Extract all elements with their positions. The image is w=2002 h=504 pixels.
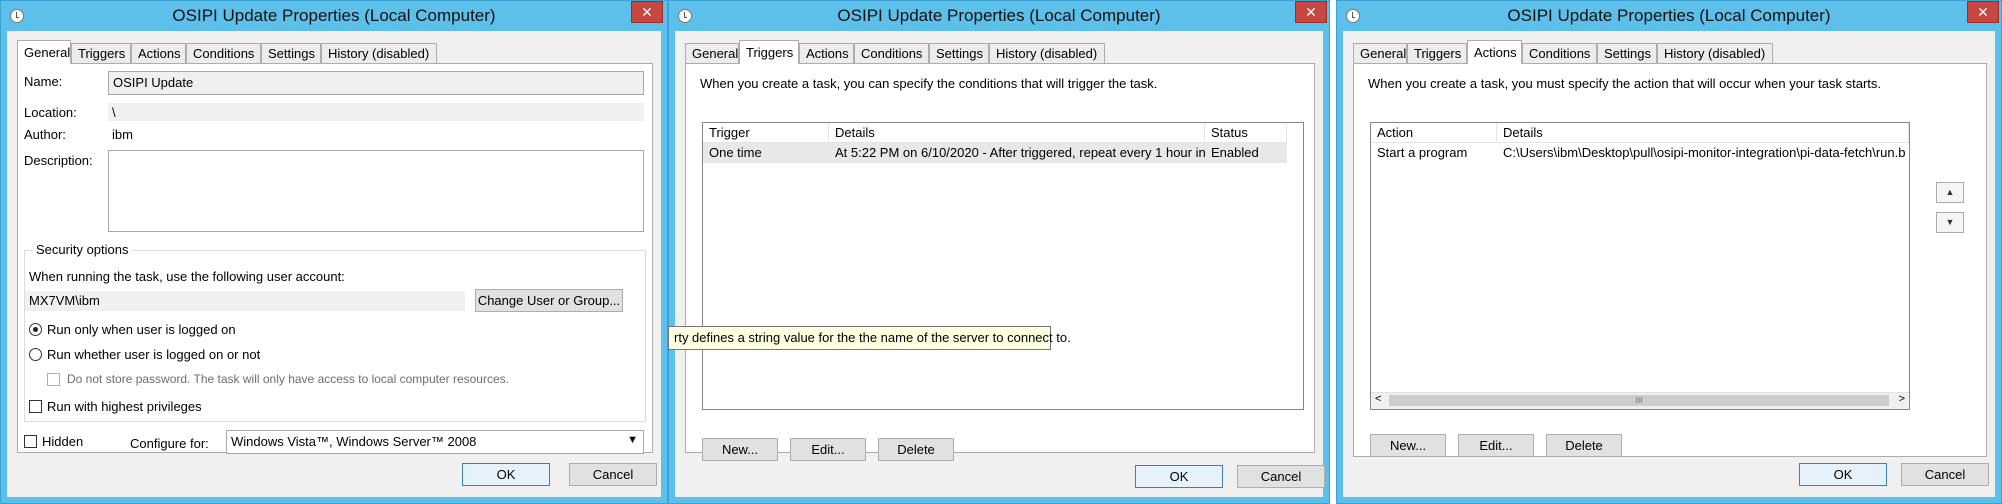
location-label: Location: (24, 105, 77, 120)
tab-actions[interactable]: Actions (799, 43, 854, 63)
close-icon[interactable]: ✕ (631, 1, 663, 23)
configure-for-value: Windows Vista™, Windows Server™ 2008 (231, 434, 477, 449)
window-general: OSIPI Update Properties (Local Computer)… (0, 0, 668, 504)
radio-logged-on-label[interactable]: Run only when user is logged on (47, 322, 236, 337)
configure-for-select[interactable]: Windows Vista™, Windows Server™ 2008 ▼ (226, 430, 644, 454)
scroll-right-icon[interactable]: > (1899, 393, 1905, 405)
run-as-prompt: When running the task, use the following… (29, 269, 345, 284)
tab-actions[interactable]: Actions (1467, 40, 1522, 64)
delete-action-button[interactable]: Delete (1546, 434, 1622, 457)
highest-privileges-checkbox[interactable] (29, 400, 42, 413)
general-panel: Name: OSIPI Update Location: \ Author: i… (17, 63, 653, 454)
tab-triggers[interactable]: Triggers (739, 40, 799, 64)
table-row[interactable]: One time At 5:22 PM on 6/10/2020 - After… (703, 143, 1287, 163)
table-row[interactable]: Start a program C:\Users\ibm\Desktop\pul… (1371, 143, 1909, 163)
triggers-intro: When you create a task, you can specify … (700, 76, 1158, 91)
dialog-body: General Triggers Actions Conditions Sett… (7, 31, 661, 497)
delete-trigger-button[interactable]: Delete (878, 438, 954, 461)
tab-history[interactable]: History (disabled) (1657, 43, 1773, 63)
radio-whether-logged-on-label[interactable]: Run whether user is logged on or not (47, 347, 260, 362)
ok-button[interactable]: OK (462, 463, 550, 486)
move-down-icon[interactable]: ▼ (1936, 212, 1964, 233)
server-name-tooltip: rty defines a string value for the the n… (668, 326, 1071, 350)
window-triggers: OSIPI Update Properties (Local Computer)… (668, 0, 1330, 504)
actions-panel: When you create a task, you must specify… (1353, 63, 1987, 457)
close-icon[interactable]: ✕ (1295, 1, 1327, 23)
window-actions: OSIPI Update Properties (Local Computer)… (1336, 0, 2002, 504)
security-options-title: Security options (33, 242, 132, 257)
action-cell: Start a program (1371, 143, 1497, 163)
cancel-button[interactable]: Cancel (1237, 465, 1325, 488)
details-cell: At 5:22 PM on 6/10/2020 - After triggere… (829, 143, 1205, 163)
column-header-action[interactable]: Action (1371, 123, 1497, 143)
column-header-details[interactable]: Details (829, 123, 1205, 143)
description-field[interactable] (108, 150, 644, 232)
tab-general[interactable]: General (685, 43, 739, 63)
tab-actions[interactable]: Actions (131, 43, 186, 63)
trigger-cell: One time (703, 143, 829, 163)
action-details-cell: C:\Users\ibm\Desktop\pull\osipi-monitor-… (1497, 143, 1909, 163)
window-title: OSIPI Update Properties (Local Computer) (837, 6, 1161, 25)
new-action-button[interactable]: New... (1370, 434, 1446, 457)
name-label: Name: (24, 74, 63, 89)
tab-history[interactable]: History (disabled) (321, 43, 437, 63)
radio-logged-on[interactable] (29, 323, 42, 336)
scroll-left-icon[interactable]: < (1375, 393, 1381, 405)
cancel-button[interactable]: Cancel (569, 463, 657, 486)
author-value: ibm (112, 127, 133, 142)
triggers-list[interactable]: Trigger Details Status One time At 5:22 … (702, 122, 1304, 410)
title-bar: OSIPI Update Properties (Local Computer)… (669, 1, 1329, 31)
hidden-label[interactable]: Hidden (42, 434, 83, 449)
window-title: OSIPI Update Properties (Local Computer) (172, 6, 496, 25)
ok-button[interactable]: OK (1135, 465, 1223, 488)
new-trigger-button[interactable]: New... (702, 438, 778, 461)
status-cell: Enabled (1205, 143, 1287, 163)
move-up-icon[interactable]: ▲ (1936, 182, 1964, 203)
location-value: \ (108, 103, 644, 121)
chevron-down-icon: ▼ (627, 434, 638, 446)
tab-settings[interactable]: Settings (1597, 43, 1657, 63)
tab-conditions[interactable]: Conditions (854, 43, 929, 63)
edit-trigger-button[interactable]: Edit... (790, 438, 866, 461)
tab-conditions[interactable]: Conditions (1522, 43, 1597, 63)
radio-whether-logged-on[interactable] (29, 348, 42, 361)
tab-general[interactable]: General (17, 40, 71, 64)
title-bar: OSIPI Update Properties (Local Computer)… (1, 1, 667, 31)
change-user-button[interactable]: Change User or Group... (475, 289, 623, 312)
actions-intro: When you create a task, you must specify… (1368, 76, 1882, 91)
no-store-password-label: Do not store password. The task will onl… (67, 372, 509, 386)
user-account-value: MX7VM\ibm (25, 291, 465, 311)
tab-settings[interactable]: Settings (261, 43, 321, 63)
tab-history[interactable]: History (disabled) (989, 43, 1105, 63)
no-store-password-checkbox[interactable] (47, 373, 60, 386)
triggers-panel: When you create a task, you can specify … (685, 63, 1315, 461)
tab-triggers[interactable]: Triggers (71, 43, 131, 63)
highest-privileges-label[interactable]: Run with highest privileges (47, 399, 202, 414)
column-header-details[interactable]: Details (1497, 123, 1909, 143)
column-header-status[interactable]: Status (1205, 123, 1287, 143)
scrollbar-thumb[interactable]: III (1389, 395, 1889, 406)
dialog-body: General Triggers Actions Conditions Sett… (675, 31, 1325, 497)
dialog-body: General Triggers Actions Conditions Sett… (1343, 31, 1995, 497)
actions-list[interactable]: Action Details Start a program C:\Users\… (1370, 122, 1910, 410)
title-bar: OSIPI Update Properties (Local Computer)… (1337, 1, 2001, 31)
author-label: Author: (24, 127, 66, 142)
close-icon[interactable]: ✕ (1967, 1, 1999, 23)
tab-settings[interactable]: Settings (929, 43, 989, 63)
security-options-group: Security options When running the task, … (24, 242, 646, 422)
hidden-checkbox[interactable] (24, 435, 37, 448)
ok-button[interactable]: OK (1799, 463, 1887, 486)
configure-for-label: Configure for: (130, 436, 209, 451)
window-title: OSIPI Update Properties (Local Computer) (1507, 6, 1831, 25)
cancel-button[interactable]: Cancel (1901, 463, 1989, 486)
tab-conditions[interactable]: Conditions (186, 43, 261, 63)
tab-general[interactable]: General (1353, 43, 1407, 63)
tab-triggers[interactable]: Triggers (1407, 43, 1467, 63)
edit-action-button[interactable]: Edit... (1458, 434, 1534, 457)
horizontal-scrollbar[interactable]: < III > (1371, 392, 1909, 409)
name-field[interactable]: OSIPI Update (108, 71, 644, 95)
column-header-trigger[interactable]: Trigger (703, 123, 829, 143)
description-label: Description: (24, 153, 93, 168)
